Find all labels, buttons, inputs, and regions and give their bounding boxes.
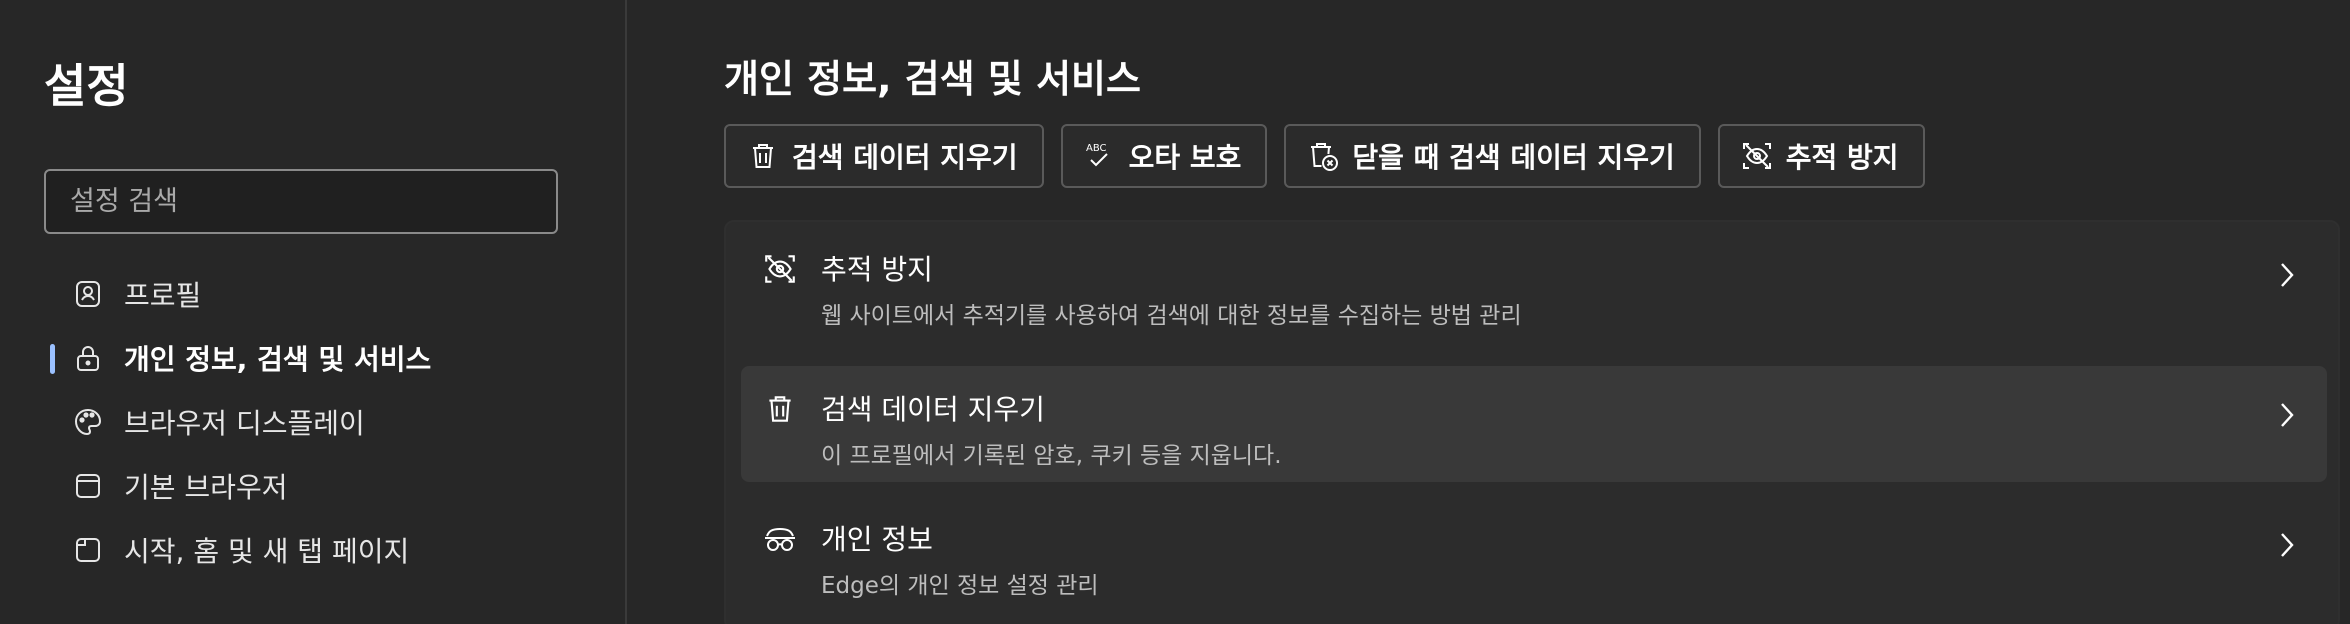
chip-label: 닫을 때 검색 데이터 지우기 (1352, 141, 1675, 174)
sidebar-item-appearance[interactable]: 브라우저 디스플레이 (0, 390, 620, 454)
chip-label: 검색 데이터 지우기 (792, 141, 1018, 174)
sidebar-title: 설정 (44, 59, 129, 113)
trash-icon (761, 390, 799, 428)
page-title: 개인 정보, 검색 및 서비스 (724, 57, 1141, 101)
new-tab-icon (72, 534, 104, 566)
browser-window-icon (72, 470, 104, 502)
sidebar-item-label: 프로필 (124, 279, 202, 312)
clear-browsing-data-chip[interactable]: 검색 데이터 지우기 (724, 124, 1044, 188)
lock-icon (72, 342, 104, 374)
trash-clock-icon (1306, 139, 1340, 173)
tracking-prevention-icon (1740, 139, 1774, 173)
sidebar-item-profile[interactable]: 프로필 (0, 262, 620, 326)
settings-search-box[interactable] (44, 169, 558, 234)
privacy-row[interactable]: 개인 정보 Edge의 개인 정보 설정 관리 (741, 496, 2327, 612)
sidebar-item-label: 시작, 홈 및 새 탭 페이지 (124, 535, 410, 568)
palette-icon (72, 406, 104, 438)
clear-on-close-chip[interactable]: 닫을 때 검색 데이터 지우기 (1284, 124, 1701, 188)
sidebar-item-label: 기본 브라우저 (124, 471, 288, 504)
settings-search-input[interactable] (70, 186, 556, 217)
profile-icon (72, 278, 104, 310)
main-content: 개인 정보, 검색 및 서비스 검색 데이터 지우기 ABC 오타 보호 닫을 … (627, 0, 2350, 624)
chevron-right-icon (2275, 400, 2299, 430)
row-title: 검색 데이터 지우기 (821, 393, 1045, 426)
sidebar-item-label: 개인 정보, 검색 및 서비스 (124, 343, 432, 376)
glasses-icon (761, 520, 799, 558)
clear-browsing-data-row[interactable]: 검색 데이터 지우기 이 프로필에서 기록된 암호, 쿠키 등을 지웁니다. (741, 366, 2327, 482)
trash-icon (746, 139, 780, 173)
svg-text:ABC: ABC (1086, 143, 1107, 154)
sidebar-item-label: 브라우저 디스플레이 (124, 407, 365, 440)
row-description: 이 프로필에서 기록된 암호, 쿠키 등을 지웁니다. (821, 443, 1282, 469)
spellcheck-icon: ABC (1083, 139, 1117, 173)
row-description: Edge의 개인 정보 설정 관리 (821, 573, 1099, 599)
row-title: 추적 방지 (821, 253, 933, 286)
sidebar-nav: 프로필 개인 정보, 검색 및 서비스 브라우저 디스플레이 기본 브라우저 시… (0, 262, 620, 582)
tracking-prevention-row[interactable]: 추적 방지 웹 사이트에서 추적기를 사용하여 검색에 대한 정보를 수집하는 … (741, 226, 2327, 342)
quick-action-chips: 검색 데이터 지우기 ABC 오타 보호 닫을 때 검색 데이터 지우기 추적 … (724, 124, 1925, 188)
row-description: 웹 사이트에서 추적기를 사용하여 검색에 대한 정보를 수집하는 방법 관리 (821, 303, 1522, 329)
chip-label: 오타 보호 (1128, 141, 1242, 174)
chevron-right-icon (2275, 530, 2299, 560)
row-title: 개인 정보 (821, 523, 933, 556)
chip-label: 추적 방지 (1785, 141, 1899, 174)
typo-protection-chip[interactable]: ABC 오타 보호 (1060, 124, 1268, 188)
tracking-prevention-chip[interactable]: 추적 방지 (1717, 124, 1925, 188)
sidebar-item-privacy[interactable]: 개인 정보, 검색 및 서비스 (0, 326, 620, 390)
sidebar: 설정 프로필 개인 정보, 검색 및 서비스 (0, 0, 627, 624)
sidebar-item-start-home-newtab[interactable]: 시작, 홈 및 새 탭 페이지 (0, 518, 620, 582)
sidebar-item-default-browser[interactable]: 기본 브라우저 (0, 454, 620, 518)
chevron-right-icon (2275, 260, 2299, 290)
settings-card: 추적 방지 웹 사이트에서 추적기를 사용하여 검색에 대한 정보를 수집하는 … (724, 220, 2340, 624)
tracking-prevention-icon (761, 250, 799, 288)
